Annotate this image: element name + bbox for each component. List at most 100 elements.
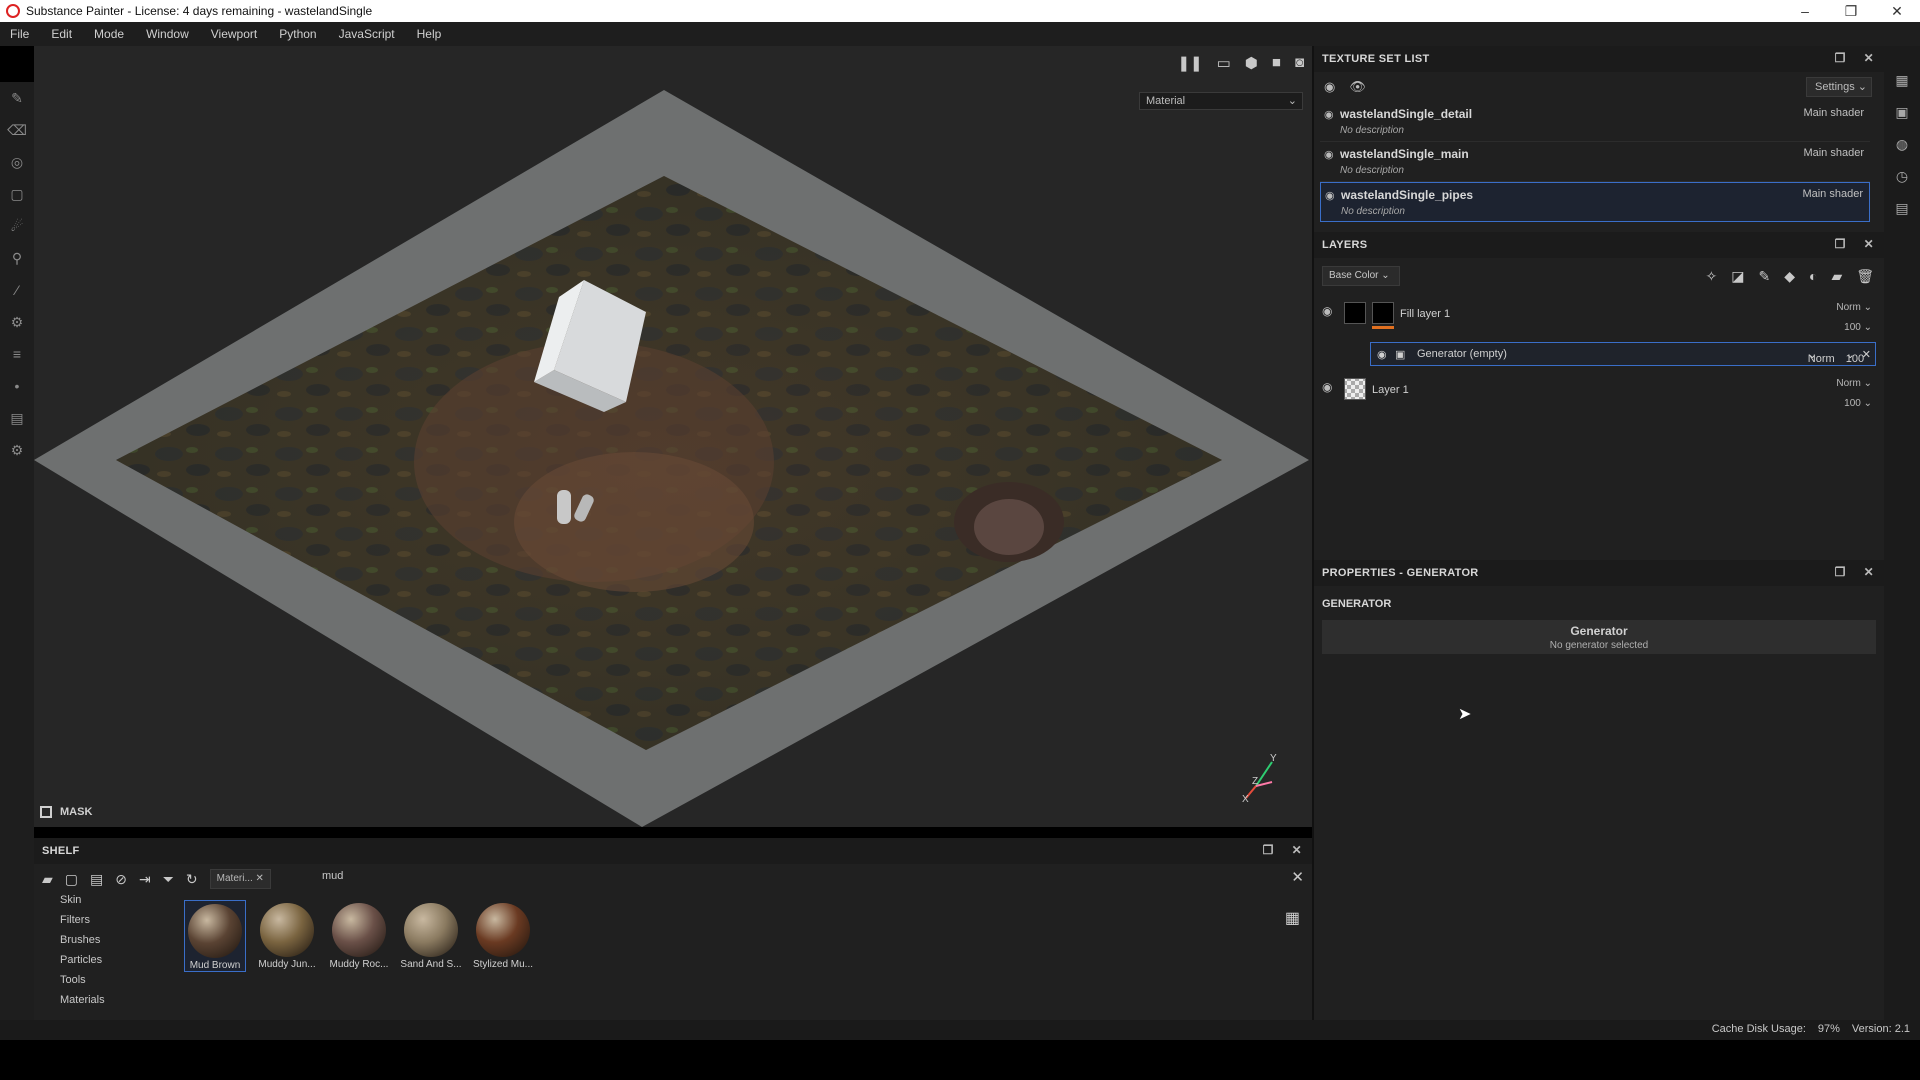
grid-view-icon[interactable]: ▦ bbox=[1285, 908, 1300, 928]
add-effect-icon[interactable]: ✧ bbox=[1705, 268, 1717, 285]
viewport-3d[interactable] bbox=[34, 82, 1312, 827]
float-panel-icon[interactable]: ❐ bbox=[1835, 51, 1846, 65]
log-icon[interactable]: ▤ bbox=[1884, 192, 1920, 224]
settings-button[interactable]: Settings ⌄ bbox=[1806, 77, 1872, 97]
remove-effect-icon[interactable]: ✕ bbox=[1862, 348, 1871, 361]
material-item[interactable]: Mud Brown bbox=[184, 900, 246, 972]
layer-row-paint[interactable]: ◉ Layer 1 Norm ⌄ 100 ⌄ bbox=[1314, 374, 1884, 418]
material-item[interactable]: Muddy Roc... bbox=[328, 900, 390, 972]
frame-icon[interactable]: ▭ bbox=[1217, 54, 1231, 72]
visibility-eye-icon[interactable]: ◉ bbox=[1377, 348, 1387, 361]
pause-icon[interactable]: ❚❚ bbox=[1177, 54, 1202, 72]
shelf-category[interactable]: Skin bbox=[60, 894, 168, 914]
add-smart-material-icon[interactable]: ◐ bbox=[1809, 268, 1817, 285]
menu-edit[interactable]: Edit bbox=[51, 27, 72, 41]
import-icon[interactable]: ⇥ bbox=[139, 871, 151, 888]
camera-icon[interactable]: ■ bbox=[1272, 54, 1281, 72]
menu-viewport[interactable]: Viewport bbox=[211, 27, 257, 41]
layer-row-fill[interactable]: ◉ Fill layer 1 Norm ⌄ 100 ⌄ bbox=[1314, 298, 1884, 342]
shelf-category[interactable]: Materials bbox=[60, 994, 168, 1014]
texture-set-row-selected[interactable]: ◉ wastelandSingle_pipes No description M… bbox=[1320, 182, 1870, 222]
viewport-mode-select[interactable]: Material ⌄ bbox=[1139, 92, 1303, 110]
smudge-tool-icon[interactable]: ☄ bbox=[0, 210, 34, 242]
projection-tool-icon[interactable]: ◎ bbox=[0, 146, 34, 178]
visibility-eye-icon[interactable]: ◉ bbox=[1322, 380, 1332, 394]
cube-icon[interactable]: ⬢ bbox=[1245, 54, 1258, 72]
new-icon[interactable]: ▢ bbox=[65, 871, 78, 888]
menu-file[interactable]: File bbox=[10, 27, 29, 41]
filter-tag[interactable]: Materi... ✕ bbox=[209, 869, 271, 889]
layer-tool-icon[interactable]: ≡ bbox=[0, 338, 34, 370]
texture-set-shader[interactable]: Main shader bbox=[1803, 107, 1864, 119]
opacity-field[interactable]: 100 ⌄ bbox=[1844, 398, 1872, 409]
mask-toggle[interactable]: MASK bbox=[40, 806, 92, 818]
solo-icon[interactable]: ◉ bbox=[1324, 79, 1335, 95]
mask-checkbox[interactable] bbox=[40, 806, 52, 818]
shelf-category[interactable]: Tools bbox=[60, 974, 168, 994]
hide-icon[interactable]: ⊘ bbox=[115, 871, 127, 888]
folder-icon[interactable]: ▰ bbox=[42, 871, 53, 888]
settings-tool-icon[interactable]: ⚙ bbox=[0, 434, 34, 466]
opacity-field[interactable]: 100 ⌄ bbox=[1846, 348, 1864, 365]
add-mask-icon[interactable]: ◪ bbox=[1731, 268, 1744, 285]
shelf-category[interactable]: Particles bbox=[60, 954, 168, 974]
delete-layer-icon[interactable]: 🗑 bbox=[1856, 268, 1874, 285]
material-item[interactable]: Sand And S... bbox=[400, 900, 462, 972]
visibility-eye-icon[interactable]: ◉ bbox=[1322, 304, 1332, 318]
texture-set-row[interactable]: ◉ wastelandSingle_main No description Ma… bbox=[1320, 142, 1870, 182]
shelf-category[interactable]: Brushes bbox=[60, 934, 168, 954]
texture-set-shader[interactable]: Main shader bbox=[1803, 147, 1864, 159]
add-paint-layer-icon[interactable]: ✎ bbox=[1758, 268, 1770, 285]
opacity-field[interactable]: 100 ⌄ bbox=[1844, 322, 1872, 333]
menu-window[interactable]: Window bbox=[146, 27, 189, 41]
menu-python[interactable]: Python bbox=[279, 27, 316, 41]
eraser-tool-icon[interactable]: ⌫ bbox=[0, 114, 34, 146]
screenshot-icon[interactable]: ◙ bbox=[1295, 54, 1304, 72]
generator-effect-row[interactable]: ◉ ▣ Generator (empty) Norm ⌄ 100 ⌄ ✕ bbox=[1370, 342, 1876, 366]
clear-search-icon[interactable]: ✕ bbox=[1291, 868, 1304, 886]
generator-picker-button[interactable]: Generator No generator selected bbox=[1322, 620, 1876, 654]
texture-set-settings-icon[interactable]: ▦ bbox=[1884, 64, 1920, 96]
channel-select[interactable]: Base Color ⌄ bbox=[1322, 266, 1400, 286]
minimize-button[interactable]: – bbox=[1782, 0, 1828, 22]
document-tool-icon[interactable]: ▤ bbox=[0, 402, 34, 434]
filter-icon[interactable]: ⏷ bbox=[163, 871, 174, 888]
color-picker-tool-icon[interactable]: ⁄ bbox=[0, 274, 34, 306]
visibility-eye-icon[interactable]: ◉ bbox=[1324, 148, 1334, 161]
blend-mode-select[interactable]: Norm ⌄ bbox=[1836, 378, 1872, 389]
blend-mode-select[interactable]: Norm ⌄ bbox=[1836, 302, 1872, 313]
shader-settings-icon[interactable]: ◍ bbox=[1884, 128, 1920, 160]
texture-set-shader[interactable]: Main shader bbox=[1802, 188, 1863, 200]
close-panel-icon[interactable]: ✕ bbox=[1864, 51, 1874, 65]
texture-set-row[interactable]: ◉ wastelandSingle_detail No description … bbox=[1320, 102, 1870, 142]
save-icon[interactable]: ▤ bbox=[90, 871, 103, 888]
close-panel-icon[interactable]: ✕ bbox=[1864, 237, 1874, 251]
bake-tool-icon[interactable]: ⚙ bbox=[0, 306, 34, 338]
clone-tool-icon[interactable]: ⚲ bbox=[0, 242, 34, 274]
close-panel-icon[interactable]: ✕ bbox=[1292, 843, 1302, 857]
add-folder-icon[interactable]: ▰ bbox=[1831, 268, 1842, 285]
history-icon[interactable]: ◷ bbox=[1884, 160, 1920, 192]
display-settings-icon[interactable]: ▣ bbox=[1884, 96, 1920, 128]
material-item[interactable]: Stylized Mu... bbox=[472, 900, 534, 972]
visibility-eye-icon[interactable]: ◉ bbox=[1324, 108, 1334, 121]
visibility-eye-icon[interactable]: ◉ bbox=[1325, 189, 1335, 202]
float-panel-icon[interactable]: ❐ bbox=[1263, 843, 1274, 857]
close-panel-icon[interactable]: ✕ bbox=[1864, 565, 1874, 579]
float-panel-icon[interactable]: ❐ bbox=[1835, 237, 1846, 251]
shelf-search-input[interactable]: mud bbox=[322, 870, 343, 882]
eye-icon[interactable]: 👁 bbox=[1349, 79, 1366, 95]
refresh-icon[interactable]: ↻ bbox=[186, 871, 198, 888]
menu-javascript[interactable]: JavaScript bbox=[339, 27, 395, 41]
fill-layer-mask-thumbnail[interactable] bbox=[1372, 302, 1394, 324]
add-fill-layer-icon[interactable]: ◆ bbox=[1784, 268, 1795, 285]
polygon-fill-tool-icon[interactable]: ▢ bbox=[0, 178, 34, 210]
material-item[interactable]: Muddy Jun... bbox=[256, 900, 318, 972]
close-button[interactable]: ✕ bbox=[1874, 0, 1920, 22]
menu-mode[interactable]: Mode bbox=[94, 27, 124, 41]
dot-tool-icon[interactable]: • bbox=[0, 370, 34, 402]
blend-mode-select[interactable]: Norm ⌄ bbox=[1808, 348, 1835, 365]
float-panel-icon[interactable]: ❐ bbox=[1835, 565, 1846, 579]
shelf-category[interactable]: Filters bbox=[60, 914, 168, 934]
maximize-button[interactable]: ❐ bbox=[1828, 0, 1874, 22]
